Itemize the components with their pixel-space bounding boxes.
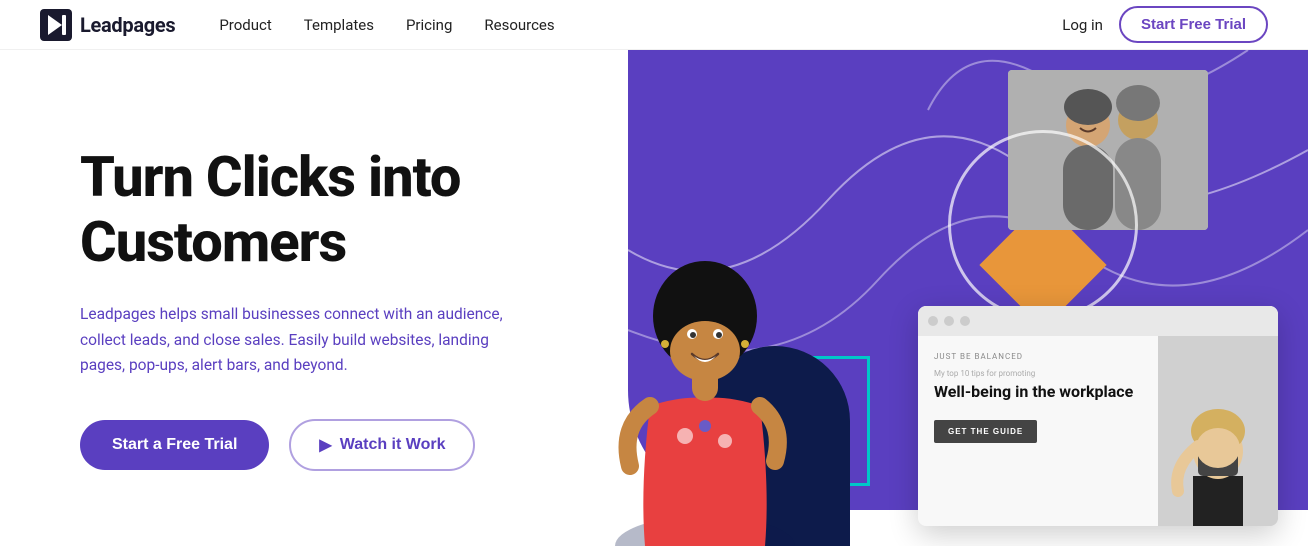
nav-pricing[interactable]: Pricing — [392, 10, 466, 40]
browser-person-image — [1158, 336, 1278, 526]
hero-visual: JUST BE BALANCED My top 10 tips for prom… — [600, 50, 1308, 546]
watch-work-button[interactable]: ▶ Watch it Work — [289, 419, 475, 471]
hero-buttons: Start a Free Trial ▶ Watch it Work — [80, 419, 560, 471]
browser-dot-1 — [928, 316, 938, 326]
watch-work-label: Watch it Work — [340, 436, 446, 454]
hero-section: Turn Clicks into Customers Leadpages hel… — [0, 50, 1308, 546]
nav-right: Log in Start Free Trial — [1062, 6, 1268, 43]
leadpages-logo-icon — [40, 9, 72, 41]
nav-start-trial-button[interactable]: Start Free Trial — [1119, 6, 1268, 43]
woman-photo — [610, 176, 800, 546]
logo[interactable]: Leadpages — [40, 9, 175, 41]
browser-dot-3 — [960, 316, 970, 326]
nav-product[interactable]: Product — [205, 10, 285, 40]
nav-links: Product Templates Pricing Resources — [205, 10, 1062, 40]
nav-resources[interactable]: Resources — [470, 10, 568, 40]
login-link[interactable]: Log in — [1062, 16, 1103, 34]
browser-dot-2 — [944, 316, 954, 326]
browser-preview-card: JUST BE BALANCED My top 10 tips for prom… — [918, 306, 1278, 526]
browser-cta-button[interactable]: GET THE GUIDE — [934, 420, 1037, 443]
browser-tag: JUST BE BALANCED — [934, 352, 1142, 361]
browser-heading: Well-being in the workplace — [934, 382, 1142, 403]
navigation: Leadpages Product Templates Pricing Reso… — [0, 0, 1308, 50]
browser-left: JUST BE BALANCED My top 10 tips for prom… — [918, 336, 1158, 526]
hero-left-content: Turn Clicks into Customers Leadpages hel… — [0, 50, 600, 546]
play-icon: ▶ — [319, 435, 331, 455]
browser-bar — [918, 306, 1278, 336]
browser-content: JUST BE BALANCED My top 10 tips for prom… — [918, 336, 1278, 526]
browser-subtitle: My top 10 tips for promoting — [934, 369, 1142, 378]
logo-text: Leadpages — [80, 13, 175, 37]
hero-description: Leadpages helps small businesses connect… — [80, 302, 520, 379]
start-trial-button[interactable]: Start a Free Trial — [80, 420, 269, 470]
browser-image — [1158, 336, 1278, 526]
woman-figure-image — [610, 206, 800, 546]
nav-templates[interactable]: Templates — [290, 10, 388, 40]
circle-decoration — [948, 130, 1138, 320]
hero-title: Turn Clicks into Customers — [80, 145, 560, 274]
